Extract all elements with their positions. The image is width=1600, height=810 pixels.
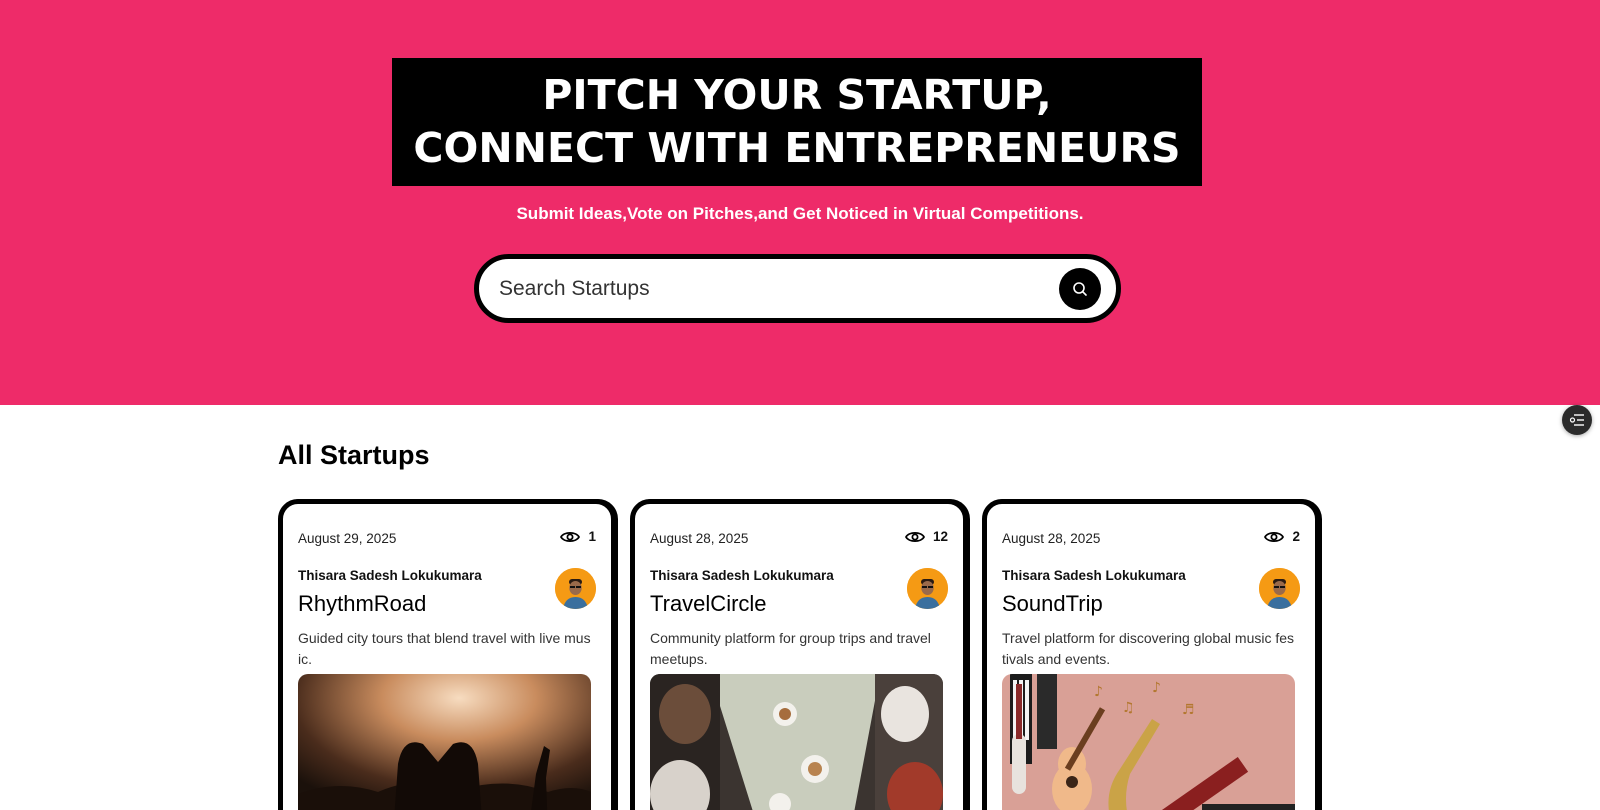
hero-section: PITCH YOUR STARTUP, CONNECT WITH ENTREPR… bbox=[0, 0, 1600, 405]
floating-tool-button[interactable] bbox=[1562, 405, 1592, 435]
startup-card[interactable]: August 28, 2025 12 Thisara Sadesh Lokuku… bbox=[630, 499, 968, 810]
startup-description: Travel platform for discovering global m… bbox=[1002, 630, 1295, 667]
view-count-value: 12 bbox=[932, 529, 948, 544]
hero-title: PITCH YOUR STARTUP, CONNECT WITH ENTREPR… bbox=[392, 58, 1202, 186]
group-dining-image[interactable] bbox=[650, 674, 943, 810]
eye-icon bbox=[560, 531, 581, 542]
view-count: 2 bbox=[1264, 529, 1300, 544]
section-title: All Startups bbox=[278, 440, 430, 470]
author-avatar[interactable] bbox=[1259, 568, 1300, 609]
startup-card[interactable]: August 28, 2025 2 Thisara Sadesh Lokukum… bbox=[982, 499, 1320, 810]
view-count-value: 1 bbox=[588, 529, 596, 544]
startup-author[interactable]: Thisara Sadesh Lokukumara bbox=[1002, 568, 1186, 583]
svg-text:♬: ♬ bbox=[1182, 702, 1195, 718]
music-instruments-image[interactable]: ♪ ♫ ♪ ♬ bbox=[1002, 674, 1295, 810]
search-form bbox=[474, 254, 1121, 323]
search-icon bbox=[1073, 282, 1087, 296]
svg-text:♪: ♪ bbox=[1152, 680, 1161, 696]
startup-author[interactable]: Thisara Sadesh Lokukumara bbox=[298, 568, 482, 583]
eye-icon bbox=[1264, 531, 1285, 542]
view-count-value: 2 bbox=[1292, 529, 1300, 544]
svg-text:♪: ♪ bbox=[1094, 684, 1103, 700]
svg-text:♫: ♫ bbox=[1122, 700, 1135, 716]
startup-card[interactable]: August 29, 2025 1 Thisara Sadesh Lokukum… bbox=[278, 499, 616, 810]
view-count: 12 bbox=[904, 529, 948, 544]
hero-title-line-2: CONNECT WITH ENTREPRENEURS bbox=[413, 124, 1181, 172]
startup-author[interactable]: Thisara Sadesh Lokukumara bbox=[650, 568, 834, 583]
startup-title[interactable]: RhythmRoad bbox=[298, 591, 426, 617]
startup-date: August 28, 2025 bbox=[1002, 531, 1101, 546]
startup-date: August 29, 2025 bbox=[298, 531, 397, 546]
startup-title[interactable]: TravelCircle bbox=[650, 591, 767, 617]
search-input[interactable] bbox=[499, 268, 1039, 309]
startup-description: Guided city tours that blend travel with… bbox=[298, 630, 591, 667]
hero-title-line-1: PITCH YOUR STARTUP, bbox=[542, 71, 1052, 119]
eye-icon bbox=[904, 531, 925, 542]
startup-title[interactable]: SoundTrip bbox=[1002, 591, 1103, 617]
filter-list-icon bbox=[1569, 414, 1584, 426]
hero-subtitle: Submit Ideas,Vote on Pitches,and Get Not… bbox=[516, 204, 1084, 223]
startup-date: August 28, 2025 bbox=[650, 531, 749, 546]
concert-crowd-image[interactable] bbox=[298, 674, 591, 810]
view-count: 1 bbox=[560, 529, 596, 544]
author-avatar[interactable] bbox=[555, 568, 596, 609]
author-avatar[interactable] bbox=[907, 568, 948, 609]
search-button[interactable] bbox=[1059, 268, 1101, 310]
startup-description: Community platform for group trips and t… bbox=[650, 630, 931, 667]
